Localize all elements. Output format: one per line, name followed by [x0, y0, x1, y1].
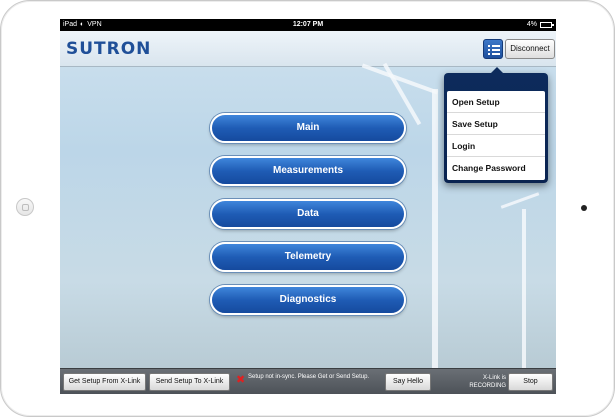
data-button[interactable]: Data — [210, 199, 406, 229]
diagnostics-button[interactable]: Diagnostics — [210, 285, 406, 315]
measurements-button[interactable]: Measurements — [210, 156, 406, 186]
menu-item-login[interactable]: Login — [447, 135, 545, 157]
recording-status-text: X-Link is RECORDING — [469, 375, 506, 389]
battery-percent: 4% — [526, 21, 537, 28]
telemetry-button[interactable]: Telemetry — [210, 242, 406, 272]
menu-item-change-password[interactable]: Change Password — [447, 157, 545, 179]
disconnect-button[interactable]: Disconnect — [505, 39, 555, 59]
send-setup-button[interactable]: Send Setup To X-Link — [149, 373, 230, 391]
get-setup-button[interactable]: Get Setup From X-Link — [63, 373, 146, 391]
stop-button[interactable]: Stop — [508, 373, 553, 391]
camera-icon — [581, 205, 587, 211]
say-hello-button[interactable]: Say Hello — [385, 373, 431, 391]
status-bar: iPad ◐ VPN 12:07 PM 4% — [60, 19, 556, 31]
menu-item-open-setup[interactable]: Open Setup — [447, 91, 545, 113]
ipad-frame: iPad ◐ VPN 12:07 PM 4% SUTRON Disconnect — [0, 0, 615, 417]
app-header: SUTRON Disconnect — [60, 31, 556, 67]
sutron-logo: SUTRON — [66, 39, 152, 59]
sync-status-text: Setup not in-sync. Please Get or Send Se… — [248, 374, 370, 380]
menu-item-save-setup[interactable]: Save Setup — [447, 113, 545, 135]
bottom-toolbar: Get Setup From X-Link Send Setup To X-Li… — [60, 368, 556, 394]
home-button[interactable] — [16, 198, 34, 216]
battery-icon — [540, 22, 554, 28]
dropdown-list: Open Setup Save Setup Login Change Passw… — [447, 91, 545, 180]
clock: 12:07 PM — [292, 21, 324, 28]
app-screen: iPad ◐ VPN 12:07 PM 4% SUTRON Disconnect — [60, 19, 556, 394]
menu-list-button[interactable] — [483, 39, 503, 59]
setup-dropdown-menu: Open Setup Save Setup Login Change Passw… — [444, 67, 548, 183]
main-button[interactable]: Main — [210, 113, 406, 143]
error-x-icon: ✖ — [236, 374, 246, 386]
